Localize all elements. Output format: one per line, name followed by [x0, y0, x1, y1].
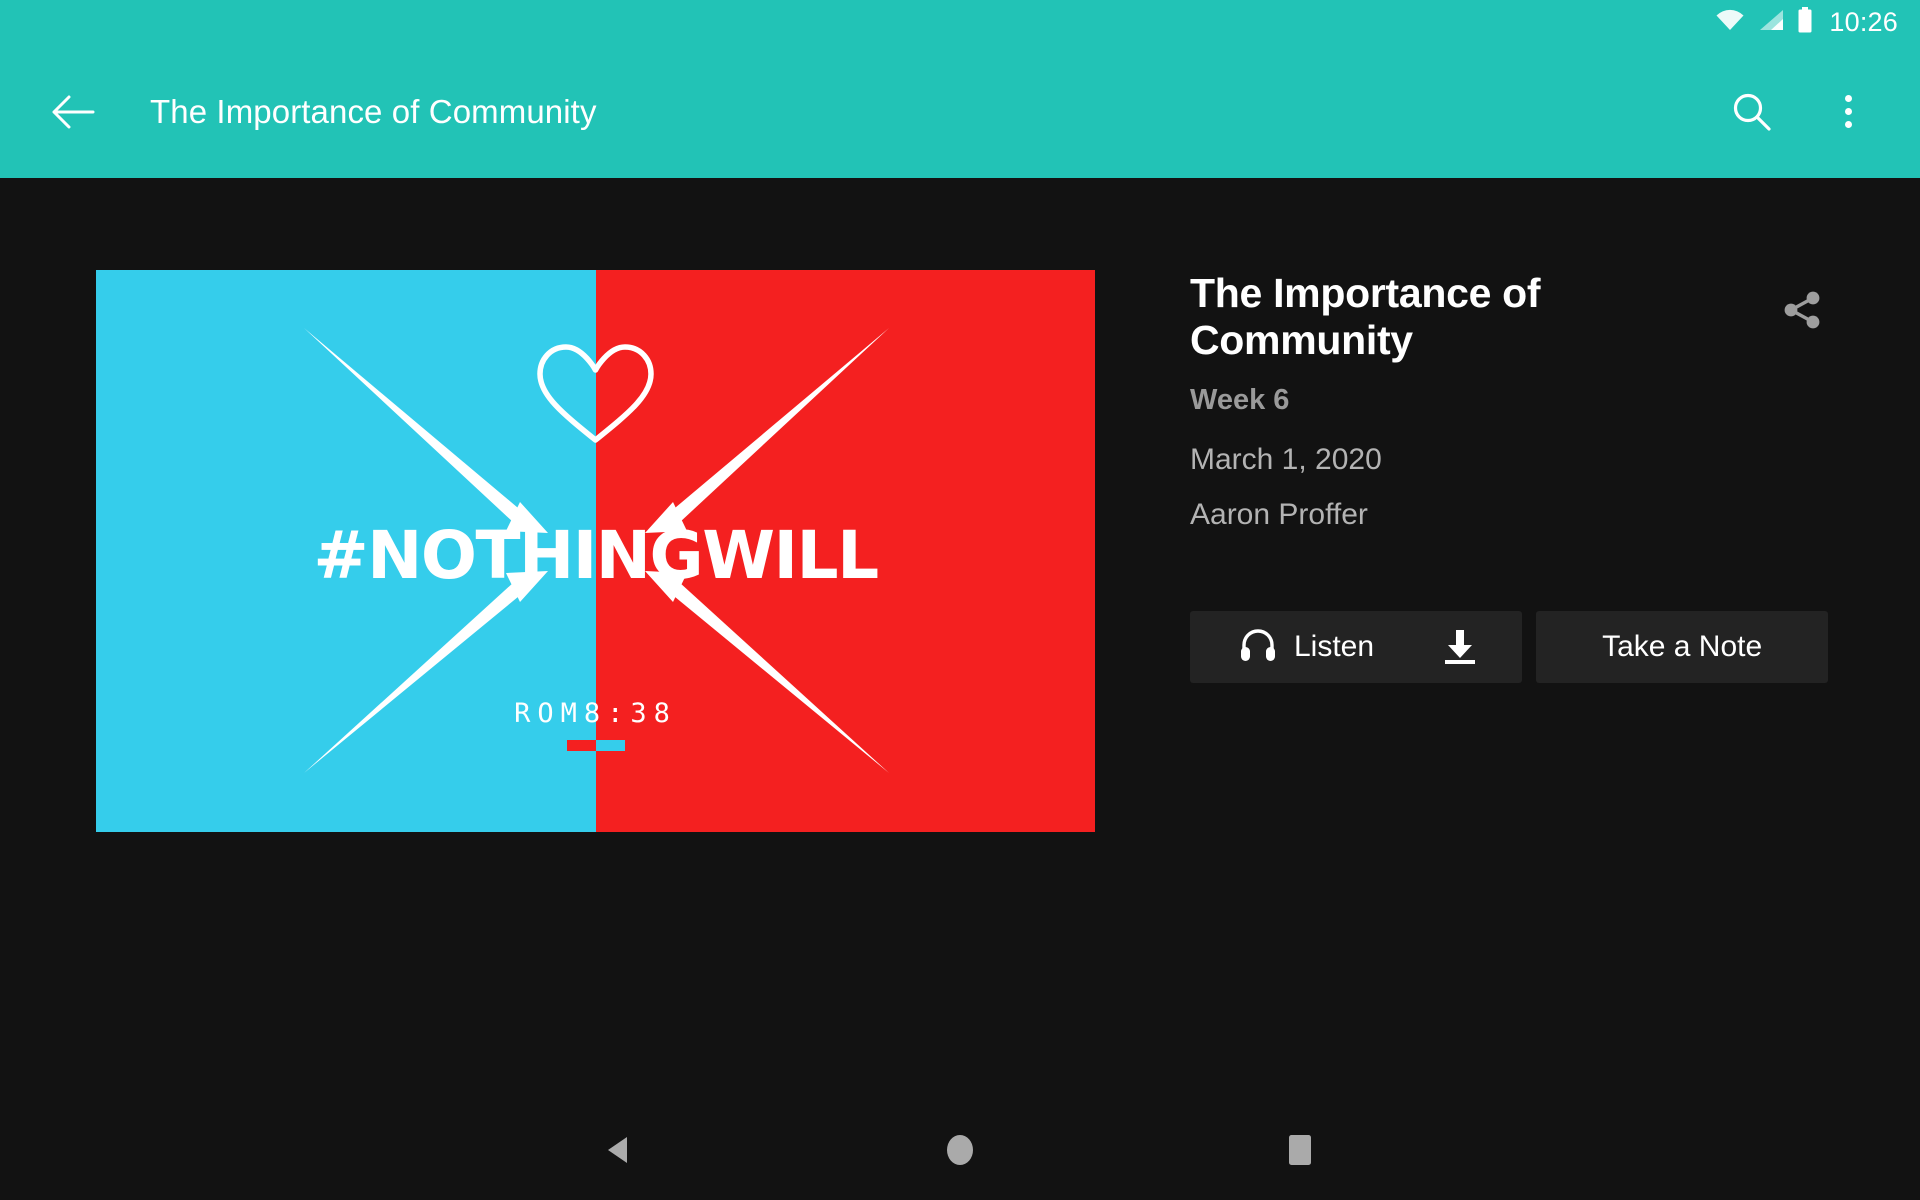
- sermon-date: March 1, 2020: [1190, 443, 1382, 477]
- artwork-verse-reference: ROM8:38: [514, 698, 677, 729]
- back-arrow-icon[interactable]: [44, 83, 102, 141]
- battery-icon: [1797, 7, 1813, 38]
- listen-button[interactable]: Listen: [1204, 611, 1412, 683]
- verse-bar-blue-segment: [595, 740, 625, 751]
- content-area: #NOTHINGWILL ROM8:38 The Importance of C…: [0, 178, 1920, 1100]
- status-bar: 10:26: [0, 0, 1920, 45]
- nav-home-circle-icon[interactable]: [890, 1100, 1030, 1200]
- artwork-heading: #NOTHINGWILL: [313, 517, 879, 594]
- download-icon[interactable]: [1412, 611, 1508, 683]
- share-icon[interactable]: [1776, 284, 1828, 336]
- wifi-icon: [1715, 8, 1745, 37]
- overflow-dot: [1844, 121, 1852, 128]
- android-navigation-bar: [0, 1100, 1920, 1200]
- search-icon[interactable]: [1726, 86, 1778, 138]
- arrow-top-right-icon: [645, 328, 889, 533]
- verse-bar-red-segment: [566, 740, 596, 751]
- overflow-dot: [1844, 95, 1852, 102]
- app-bar-actions: [1726, 86, 1874, 138]
- sermon-title: The Importance of Community: [1190, 270, 1541, 364]
- arrow-bottom-right-icon: [645, 571, 889, 773]
- listen-label: Listen: [1294, 630, 1375, 664]
- take-a-note-button[interactable]: Take a Note: [1536, 611, 1829, 684]
- app-bar: The Importance of Community: [0, 45, 1920, 178]
- arrow-top-left-icon: [304, 328, 548, 533]
- overflow-menu-icon[interactable]: [1822, 86, 1874, 138]
- sermon-details-panel: The Importance of Community Week 6 March…: [1190, 270, 1850, 684]
- nav-back-triangle-icon[interactable]: [550, 1100, 690, 1200]
- nav-recents-square-icon[interactable]: [1230, 1100, 1370, 1200]
- overflow-dot: [1844, 108, 1852, 115]
- listen-download-group: Listen: [1190, 611, 1523, 684]
- details-header: The Importance of Community: [1190, 270, 1850, 364]
- action-buttons-row: Listen Take a Note: [1190, 611, 1850, 684]
- sermon-artwork[interactable]: #NOTHINGWILL ROM8:38: [96, 270, 1095, 832]
- status-time: 10:26: [1829, 7, 1898, 37]
- app-bar-title: The Importance of Community: [150, 92, 597, 130]
- sermon-week: Week 6: [1190, 384, 1290, 417]
- headphones-icon: [1240, 628, 1276, 667]
- cellular-signal-icon: [1758, 8, 1784, 37]
- heart-outline-icon: [537, 344, 654, 443]
- artwork-verse-bar: [566, 740, 625, 751]
- arrow-bottom-left-icon: [304, 571, 548, 773]
- take-a-note-label: Take a Note: [1602, 630, 1763, 664]
- sermon-speaker: Aaron Proffer: [1190, 498, 1368, 532]
